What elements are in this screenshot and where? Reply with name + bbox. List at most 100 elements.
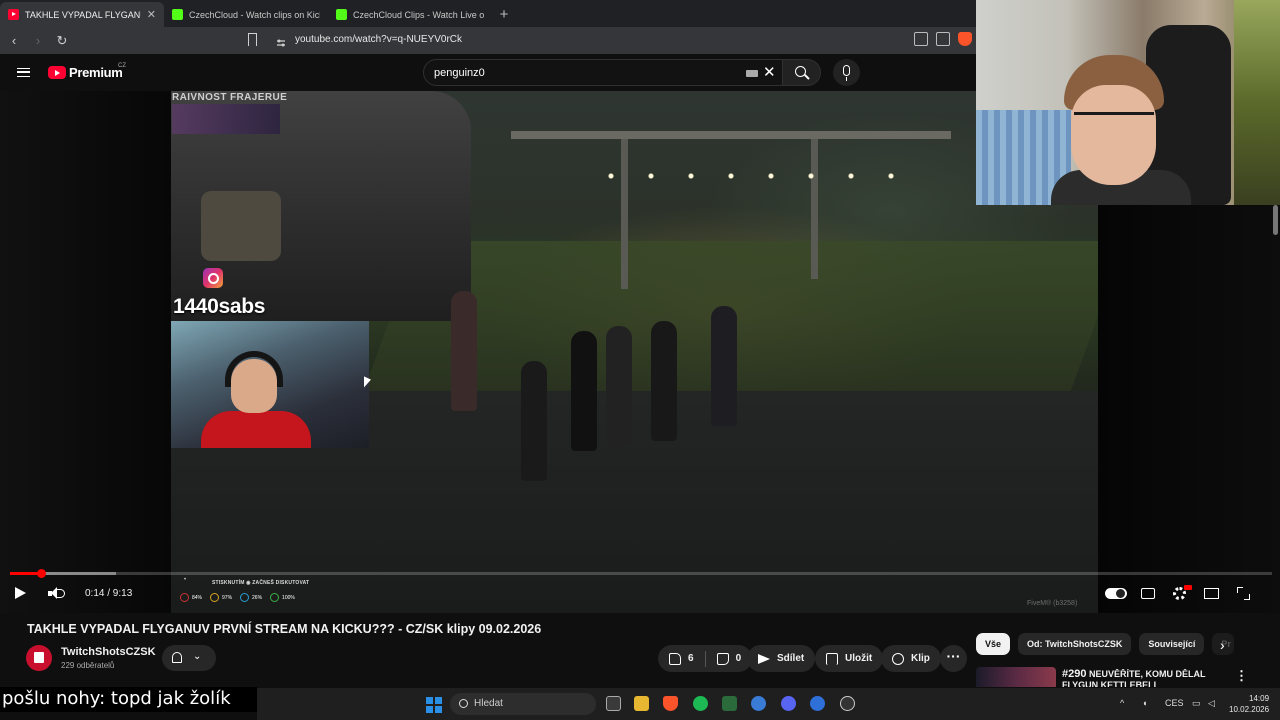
scrollbar[interactable] <box>1273 205 1278 235</box>
video-title: TAKHLE VYPADAL FLYGANUV PRVNÍ STREAM NA … <box>27 622 542 636</box>
browser-tab-youtube[interactable]: TAKHLE VYPADAL FLYGANUV ✕ <box>0 2 164 27</box>
like-count[interactable]: 6 <box>688 653 694 664</box>
channel-avatar[interactable] <box>26 645 52 671</box>
time-display: 0:14 / 9:13 <box>85 588 133 599</box>
chevron-down-icon: ⌄ <box>193 651 202 662</box>
chip-from-channel[interactable]: Od: TwitchShotsCZSK <box>1018 633 1132 655</box>
youtube-logo-icon[interactable] <box>48 66 66 79</box>
streamer-facecam <box>171 321 369 448</box>
forward-button[interactable]: › <box>28 31 48 51</box>
share-button[interactable]: Sdílet <box>747 645 816 672</box>
speaker-icon[interactable]: ◁ <box>1208 698 1215 709</box>
subscriber-count: 229 odběratelů <box>61 661 115 670</box>
scissors-icon <box>892 652 904 665</box>
instagram-icon <box>203 268 223 288</box>
app-icon[interactable] <box>722 696 737 711</box>
thumbs-down-icon[interactable] <box>716 652 729 665</box>
keyboard-icon[interactable] <box>746 70 758 77</box>
taskbar-clock[interactable]: 14:09 10.02.2026 <box>1229 693 1269 715</box>
hud-prompt: STISKNUTÍM ◉ ZAČNEŠ DISKUTOVAT <box>212 580 310 586</box>
instagram-handle: 1440sabs <box>173 295 266 318</box>
windows-start-icon[interactable] <box>426 697 442 713</box>
share-label: Sdílet <box>777 653 805 664</box>
brave-browser-icon[interactable] <box>663 696 678 711</box>
thumbs-up-icon[interactable] <box>669 652 681 665</box>
hud-stat: 84% <box>192 594 203 601</box>
voice-search-button[interactable] <box>833 59 860 86</box>
related-video-thumbnail[interactable] <box>976 667 1056 687</box>
microphone-icon[interactable]: ◖ <box>1142 698 1147 708</box>
search-input[interactable] <box>434 60 734 85</box>
hud-stats: 84% 97% 26% 100% <box>180 593 295 602</box>
chip-related[interactable]: Související <box>1139 633 1205 655</box>
close-tab-icon[interactable]: ✕ <box>147 8 156 21</box>
browser-tab-kick-live[interactable]: CzechCloud Clips - Watch Live on Kic <box>328 2 492 27</box>
logo-text[interactable]: Premium <box>69 65 123 80</box>
tab-title: CzechCloud - Watch clips on Kick <box>189 9 320 20</box>
youtube-favicon-icon <box>8 9 19 20</box>
play-icon[interactable] <box>15 587 26 599</box>
network-icon[interactable]: ▭ <box>1192 698 1201 709</box>
notification-bell-button[interactable] <box>162 645 216 671</box>
channel-name[interactable]: TwitchShotsCZSK <box>61 646 156 658</box>
video-overlay-label: RAIVNOST FRAJERUE <box>172 92 288 103</box>
taskbar-search-box[interactable] <box>450 693 596 715</box>
fullscreen-icon[interactable] <box>1237 587 1250 600</box>
subtitle-caption: pošlu nohy: topd jak žolík <box>0 687 257 712</box>
progress-scrubber[interactable] <box>37 569 47 578</box>
browser-tab-kick-clips[interactable]: CzechCloud - Watch clips on Kick <box>164 2 328 27</box>
search-button[interactable] <box>783 59 821 86</box>
new-tab-button[interactable]: + <box>492 2 516 27</box>
hud-mark: • <box>184 577 187 583</box>
related-filter-chips: Vše Od: TwitchShotsCZSK Související Pr <box>976 633 1235 655</box>
url-field[interactable]: youtube.com/watch?v=q-NUEYV0rCk <box>295 34 462 45</box>
task-view-icon[interactable] <box>606 696 621 711</box>
cast-icon[interactable] <box>914 32 928 46</box>
address-bar: ‹ › ↻ youtube.com/watch?v=q-NUEYV0rCk <box>0 27 976 54</box>
subtitles-icon[interactable] <box>1141 588 1155 599</box>
save-button[interactable]: Uložit <box>815 645 884 672</box>
site-info-icon[interactable] <box>276 35 286 47</box>
letterbox-left <box>0 91 171 613</box>
health-icon <box>180 593 189 602</box>
more-actions-button[interactable]: ··· <box>940 645 967 672</box>
brave-shields-icon[interactable] <box>958 32 972 46</box>
food-icon <box>210 593 220 602</box>
search-icon <box>795 66 806 77</box>
progress-bar[interactable] <box>10 572 1272 575</box>
hd-badge <box>1184 585 1192 590</box>
clip-button[interactable]: Klip <box>881 645 941 672</box>
app-icon[interactable] <box>751 696 766 711</box>
bookmark-icon[interactable] <box>248 33 257 46</box>
miniplayer-icon[interactable] <box>1204 588 1219 599</box>
file-explorer-icon[interactable] <box>634 696 649 711</box>
dislike-count[interactable]: 0 <box>736 653 742 664</box>
share-icon <box>758 653 770 665</box>
app-icon[interactable] <box>840 696 855 711</box>
language-indicator[interactable]: CES <box>1165 698 1184 708</box>
back-button[interactable]: ‹ <box>4 31 24 51</box>
share-page-icon[interactable] <box>936 32 950 46</box>
clock-time: 14:09 <box>1249 694 1270 703</box>
microphone-icon <box>843 65 850 81</box>
kebab-menu-icon[interactable]: ⋮ <box>1235 668 1248 684</box>
chip-all[interactable]: Vše <box>976 633 1011 655</box>
hud-stat: 97% <box>222 594 233 601</box>
autoplay-toggle[interactable] <box>1105 588 1127 599</box>
clear-search-icon[interactable]: ✕ <box>763 63 776 81</box>
app-icon[interactable] <box>810 696 825 711</box>
chevron-right-icon[interactable]: › <box>1220 637 1225 653</box>
reload-button[interactable]: ↻ <box>52 31 72 51</box>
taskbar-search-label: Hledat <box>474 698 503 709</box>
logo-country-code: CZ <box>118 63 126 69</box>
water-icon <box>240 593 250 602</box>
like-dislike-group: 6 0 <box>658 645 753 672</box>
related-video-title[interactable]: #290 NEUVĚŘÍTE, KOMU DĚLAL FLYGUN KETTLE… <box>1062 669 1212 687</box>
hud-stat: 26% <box>252 594 263 601</box>
discord-icon[interactable] <box>781 696 796 711</box>
menu-icon[interactable] <box>17 68 30 77</box>
chevron-up-icon[interactable]: ^ <box>1120 698 1124 708</box>
browser-tab-strip: TAKHLE VYPADAL FLYGANUV ✕ CzechCloud - W… <box>0 0 976 27</box>
spotify-icon[interactable] <box>693 696 708 711</box>
search-icon <box>459 699 468 708</box>
